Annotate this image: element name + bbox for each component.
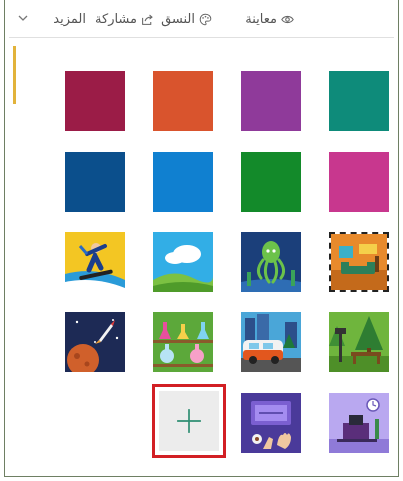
more-button[interactable]: المزيد <box>53 10 86 28</box>
color-swatch-green[interactable] <box>241 152 301 212</box>
theme-picker-panel: معاينة النسق مشاركة المزيد <box>4 0 399 477</box>
lab-flasks-image[interactable] <box>153 312 213 372</box>
chevron-down-icon[interactable] <box>17 12 29 24</box>
color-swatch-purple[interactable] <box>241 71 301 131</box>
clouds-landscape-image[interactable] <box>153 232 213 292</box>
color-swatch-orange[interactable] <box>153 71 213 131</box>
add-tile <box>159 391 219 451</box>
space-rocket-image[interactable] <box>65 312 125 372</box>
theme-button[interactable]: النسق <box>161 10 212 28</box>
more-label: المزيد <box>53 11 86 27</box>
share-icon <box>142 14 153 25</box>
color-swatch-blue[interactable] <box>153 152 213 212</box>
selection-accent <box>13 46 16 104</box>
tablet-hands-image[interactable] <box>241 393 301 453</box>
share-button[interactable]: مشاركة <box>95 10 154 28</box>
color-swatch-pink[interactable] <box>329 152 389 212</box>
toolbar: معاينة النسق مشاركة المزيد <box>5 0 398 38</box>
color-swatch-navy[interactable] <box>65 152 125 212</box>
theme-label: النسق <box>161 11 195 27</box>
forest-bench-image[interactable] <box>329 312 389 372</box>
city-van-image[interactable] <box>241 312 301 372</box>
palette-icon <box>199 13 212 25</box>
desk-clock-image[interactable] <box>329 393 389 453</box>
plus-icon <box>177 409 201 433</box>
octopus-image[interactable] <box>241 232 301 292</box>
add-custom-theme-button[interactable] <box>152 384 226 458</box>
toolbar-divider <box>9 37 394 38</box>
snowboarder-image[interactable] <box>65 232 125 292</box>
color-swatch-teal[interactable] <box>329 71 389 131</box>
color-swatch-crimson[interactable] <box>65 71 125 131</box>
preview-button[interactable]: معاينة <box>245 10 294 28</box>
eye-icon <box>281 15 294 23</box>
share-label: مشاركة <box>95 11 137 27</box>
preview-label: معاينة <box>245 11 277 27</box>
room-stamp-image[interactable] <box>329 232 389 292</box>
